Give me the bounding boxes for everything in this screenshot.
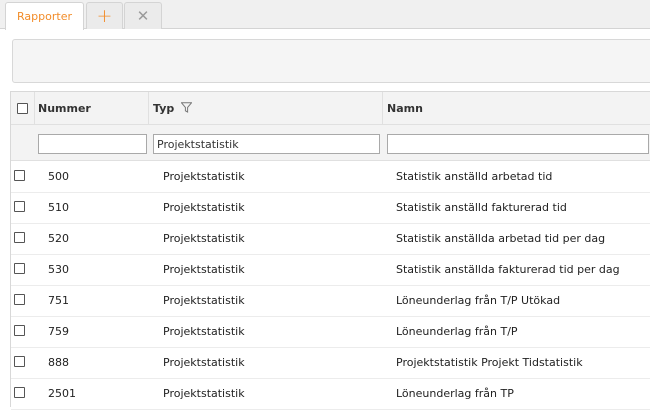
row-checkbox[interactable] [14, 356, 25, 367]
row-number: 530 [48, 263, 69, 276]
row-name: Statistik anställd arbetad tid [396, 170, 553, 183]
row-name: Statistik anställda fakturerad tid per d… [396, 263, 620, 276]
column-header-name-label: Namn [387, 102, 423, 115]
table-row[interactable]: 888 Projektstatistik Projektstatistik Pr… [11, 348, 650, 379]
column-header-number[interactable]: Nummer [35, 92, 149, 125]
filter-icon[interactable] [180, 101, 193, 116]
row-name: Löneunderlag från T/P [396, 325, 518, 338]
filter-row [11, 125, 650, 161]
tab-rapporter-label: Rapporter [17, 10, 72, 23]
row-checkbox[interactable] [14, 201, 25, 212]
toolbar-panel [12, 39, 650, 83]
row-type: Projektstatistik [163, 263, 245, 276]
row-type: Projektstatistik [163, 201, 245, 214]
table-row[interactable]: 520 Projektstatistik Statistik anställda… [11, 224, 650, 255]
table-row[interactable]: 759 Projektstatistik Löneunderlag från T… [11, 317, 650, 348]
row-number: 500 [48, 170, 69, 183]
table-row[interactable]: 751 Projektstatistik Löneunderlag från T… [11, 286, 650, 317]
tab-rapporter[interactable]: Rapporter [5, 2, 84, 30]
row-type: Projektstatistik [163, 170, 245, 183]
reports-grid: Nummer Typ Namn 500 Projektstatistik Sta… [10, 91, 650, 410]
column-header-type-label: Typ [153, 102, 175, 115]
row-number: 520 [48, 232, 69, 245]
row-name: Löneunderlag från TP [396, 387, 514, 400]
row-type: Projektstatistik [163, 387, 245, 400]
row-checkbox[interactable] [14, 387, 25, 398]
close-tab-button[interactable]: ✕ [124, 2, 162, 29]
row-number: 2501 [48, 387, 76, 400]
row-name: Statistik anställd fakturerad tid [396, 201, 567, 214]
select-all-cell [11, 92, 35, 125]
row-checkbox[interactable] [14, 232, 25, 243]
row-number: 759 [48, 325, 69, 338]
add-tab-button[interactable]: + [86, 2, 123, 29]
plus-icon: + [96, 4, 113, 27]
tab-bar: Rapporter + ✕ [0, 0, 650, 30]
row-checkbox[interactable] [14, 325, 25, 336]
row-number: 510 [48, 201, 69, 214]
column-header-name[interactable]: Namn [383, 92, 650, 125]
type-filter-input[interactable] [153, 134, 380, 154]
table-row[interactable]: 500 Projektstatistik Statistik anställd … [11, 162, 650, 193]
grid-header: Nummer Typ Namn [11, 92, 650, 125]
row-type: Projektstatistik [163, 325, 245, 338]
column-header-number-label: Nummer [38, 102, 91, 115]
row-name: Projektstatistik Projekt Tidstatistik [396, 356, 583, 369]
row-name: Statistik anställda arbetad tid per dag [396, 232, 606, 245]
row-type: Projektstatistik [163, 232, 245, 245]
row-type: Projektstatistik [163, 356, 245, 369]
row-number: 888 [48, 356, 69, 369]
row-name: Löneunderlag från T/P Utökad [396, 294, 561, 307]
number-filter-input[interactable] [38, 134, 147, 154]
table-row[interactable]: 530 Projektstatistik Statistik anställda… [11, 255, 650, 286]
row-checkbox[interactable] [14, 263, 25, 274]
table-row[interactable]: 2501 Projektstatistik Löneunderlag från … [11, 379, 650, 410]
name-filter-input[interactable] [387, 134, 649, 154]
select-all-checkbox[interactable] [17, 103, 28, 114]
row-type: Projektstatistik [163, 294, 245, 307]
row-number: 751 [48, 294, 69, 307]
table-row[interactable]: 510 Projektstatistik Statistik anställd … [11, 193, 650, 224]
row-checkbox[interactable] [14, 294, 25, 305]
row-checkbox[interactable] [14, 170, 25, 181]
column-header-type[interactable]: Typ [149, 92, 383, 125]
close-icon: ✕ [136, 6, 150, 25]
